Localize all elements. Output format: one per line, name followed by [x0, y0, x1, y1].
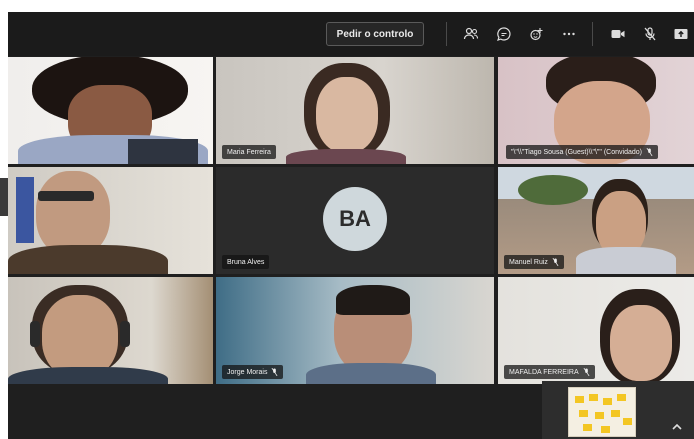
more-icon[interactable]: [558, 23, 580, 45]
self-view-tile[interactable]: [542, 381, 694, 439]
mic-off-icon: [583, 368, 590, 376]
video-tile[interactable]: [8, 277, 213, 384]
chat-icon[interactable]: [493, 23, 515, 45]
whiteboard-image: [568, 387, 636, 437]
video-tile[interactable]: [8, 57, 213, 164]
mic-off-icon: [272, 368, 278, 376]
mic-off-icon: [552, 258, 559, 266]
participant-name-chip: Jorge Morais: [222, 365, 284, 379]
video-tile[interactable]: Jorge Morais: [216, 277, 494, 384]
participant-name-chip: Maria Ferreira: [222, 145, 276, 159]
video-tile[interactable]: [8, 167, 213, 274]
participant-name-chip: MAFALDA FERREIRA: [504, 365, 595, 379]
mic-off-icon[interactable]: [639, 23, 661, 45]
toolbar-divider: [592, 22, 593, 46]
participant-name-chip: Manuel Ruiz: [504, 255, 564, 269]
people-icon[interactable]: [460, 23, 482, 45]
side-panel-handle[interactable]: [0, 178, 8, 216]
chevron-expand-icon[interactable]: [670, 419, 684, 433]
video-tile[interactable]: BA Bruna Alves: [216, 167, 494, 274]
toolbar-divider: [446, 22, 447, 46]
video-tile[interactable]: Manuel Ruiz: [498, 167, 694, 274]
video-tile[interactable]: "\"\\"Tiago Sousa (Guest)\\"\"" (Convida…: [498, 57, 694, 164]
meeting-stage: Pedir o controlo Maria Ferreira "\"\\"Ti…: [8, 12, 694, 439]
mic-off-icon: [646, 148, 653, 156]
participant-name-chip: "\"\\"Tiago Sousa (Guest)\\"\"" (Convida…: [506, 145, 658, 159]
reactions-icon[interactable]: [526, 23, 548, 45]
avatar: BA: [323, 186, 387, 251]
camera-icon[interactable]: [607, 23, 629, 45]
video-tile[interactable]: MAFALDA FERREIRA: [498, 277, 694, 384]
participant-name-chip: Bruna Alves: [222, 255, 270, 269]
share-icon[interactable]: [670, 23, 692, 45]
request-control-button[interactable]: Pedir o controlo: [326, 22, 424, 46]
video-tile[interactable]: Maria Ferreira: [216, 57, 494, 164]
meeting-toolbar: Pedir o controlo: [8, 12, 694, 56]
